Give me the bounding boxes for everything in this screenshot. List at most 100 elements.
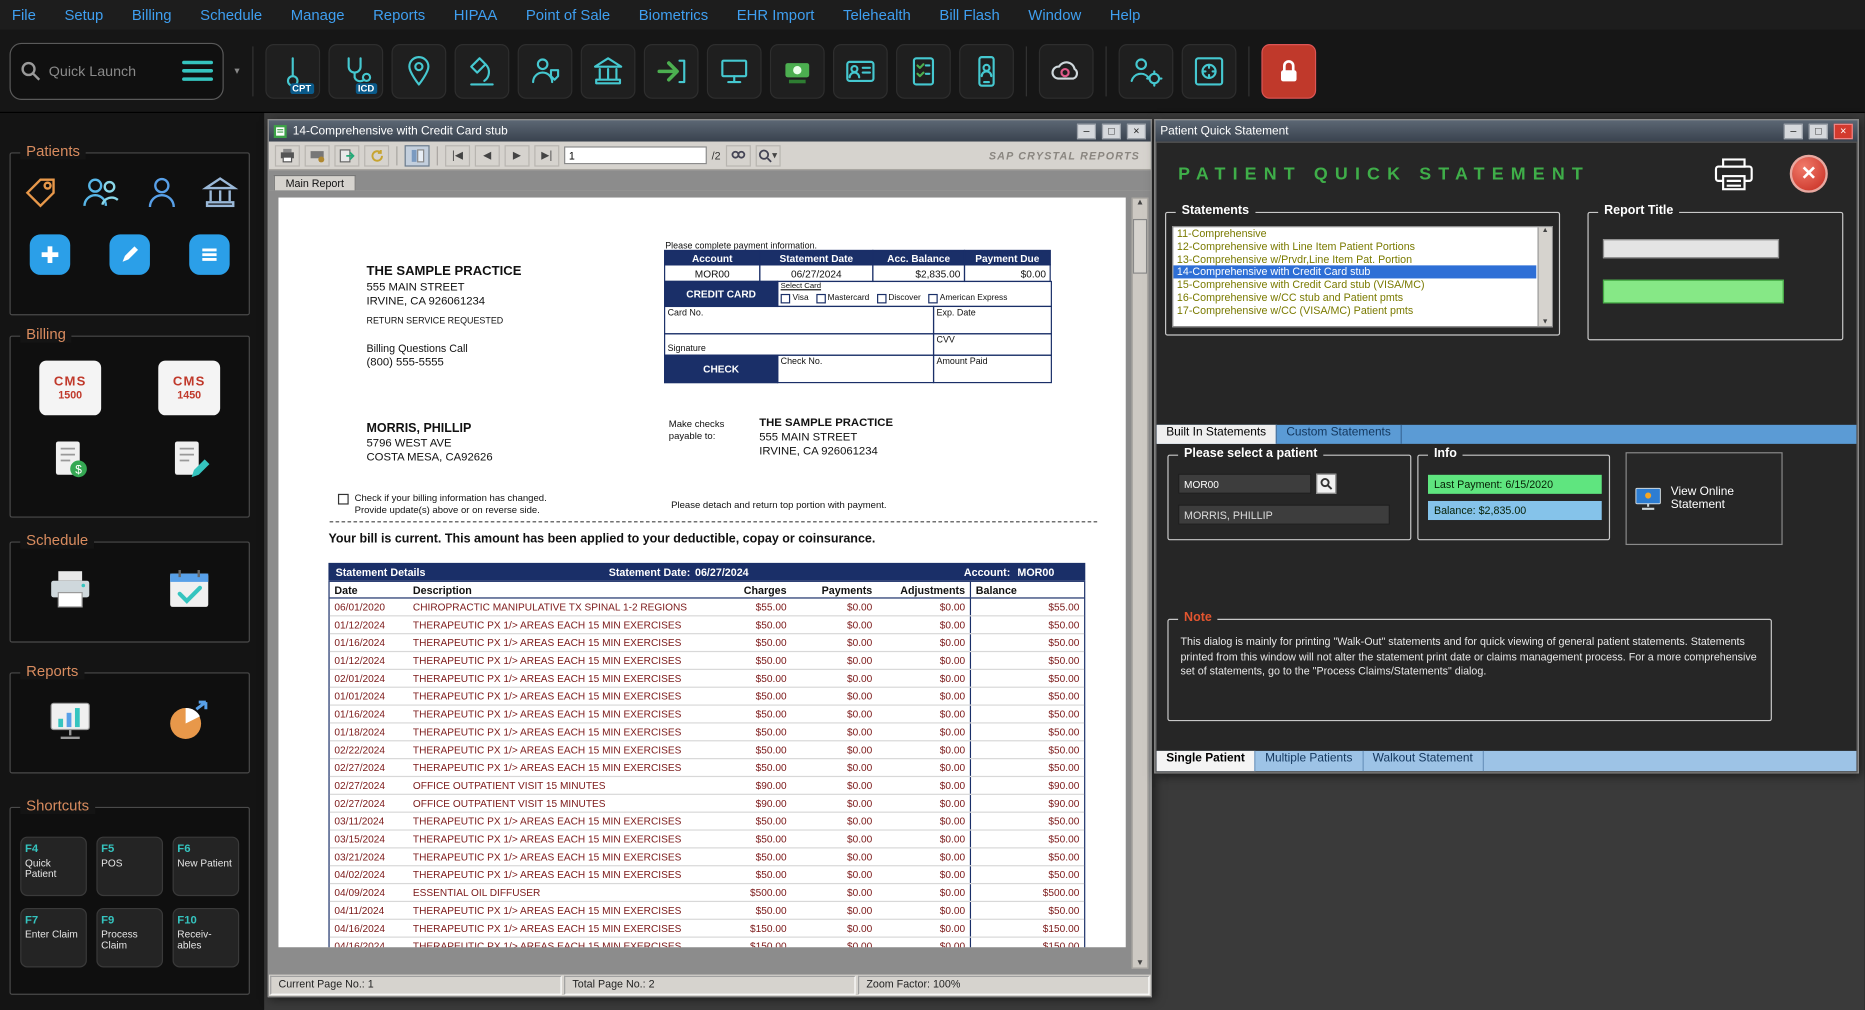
statement-money-icon[interactable]: $ (46, 437, 94, 485)
page-number-input[interactable] (564, 146, 707, 164)
vault-button[interactable] (1181, 43, 1236, 98)
hamburger-menu-icon[interactable] (182, 57, 213, 86)
statement-mode-tab[interactable]: Multiple Patients (1256, 751, 1364, 771)
statement-edit-icon[interactable] (165, 437, 213, 485)
statement-mode-tab[interactable]: Walkout Statement (1363, 751, 1483, 771)
close-button[interactable]: × (1834, 123, 1853, 138)
patient-search-button[interactable] (1316, 474, 1336, 494)
maximize-button[interactable]: □ (1809, 123, 1828, 138)
id-card-button[interactable] (832, 43, 887, 98)
user-settings-button[interactable] (1118, 43, 1173, 98)
statement-list-item[interactable]: 16-Comprehensive w/CC stub and Patient p… (1173, 292, 1536, 305)
mobile-patient-button[interactable] (959, 43, 1014, 98)
pqs-titlebar[interactable]: Patient Quick Statement – □ × (1155, 120, 1857, 141)
statement-list-item[interactable]: 11-Comprehensive (1173, 227, 1536, 240)
menu-item[interactable]: EHR Import (737, 7, 815, 24)
shortcut-button[interactable]: F7 Enter Claim (20, 908, 87, 968)
payments-button[interactable] (769, 43, 824, 98)
shortcut-button[interactable]: F4 Quick Patient (20, 837, 87, 897)
menu-item[interactable]: Manage (291, 7, 345, 24)
shortcut-button[interactable]: F10 Receiv- ables (173, 908, 240, 968)
bank-button[interactable] (580, 43, 635, 98)
menu-item[interactable]: Reports (373, 7, 425, 24)
lab-button[interactable] (454, 43, 509, 98)
zoom-button[interactable]: ▾ (755, 145, 780, 166)
add-patient-button[interactable] (30, 234, 70, 274)
patient-list-button[interactable] (189, 234, 229, 274)
view-online-statement-button[interactable]: View Online Statement (1626, 452, 1783, 545)
checklist-button[interactable] (896, 43, 951, 98)
practice-bank-icon[interactable] (199, 173, 239, 213)
scrollbar-thumb[interactable] (1133, 219, 1147, 274)
menu-item[interactable]: Bill Flash (939, 7, 999, 24)
monitor-button[interactable] (706, 43, 761, 98)
menu-item[interactable]: File (12, 7, 36, 24)
minimize-button[interactable]: – (1784, 123, 1803, 138)
statement-list-item[interactable]: 17-Comprehensive w/CC (VISA/MC) Patient … (1173, 304, 1536, 317)
menu-item[interactable]: Billing (132, 7, 172, 24)
next-page-button[interactable]: ▶ (505, 145, 530, 166)
report-title-highlight-field[interactable] (1603, 280, 1784, 304)
statement-list-item[interactable]: 12-Comprehensive with Line Item Patient … (1173, 240, 1536, 253)
statement-list-item[interactable]: 15-Comprehensive with Credit Card stub (… (1173, 279, 1536, 292)
first-page-button[interactable]: |◀ (445, 145, 470, 166)
location-button[interactable] (391, 43, 446, 98)
menu-item[interactable]: Window (1028, 7, 1081, 24)
pie-chart-icon[interactable] (163, 697, 215, 745)
report-monitor-icon[interactable] (44, 697, 96, 745)
previous-page-button[interactable]: ◀ (475, 145, 500, 166)
menu-item[interactable]: Help (1110, 7, 1141, 24)
minimize-button[interactable]: – (1077, 123, 1096, 138)
menu-item[interactable]: Setup (64, 7, 103, 24)
statement-source-tab[interactable]: Custom Statements (1277, 425, 1402, 444)
cms-claim-button[interactable]: CMS 1450 (158, 361, 220, 416)
print-schedule-icon[interactable] (44, 566, 96, 614)
refresh-button[interactable] (364, 145, 389, 166)
quick-launch-input[interactable] (49, 62, 175, 79)
statement-source-tab[interactable]: Built In Statements (1157, 425, 1277, 444)
patient-icon[interactable] (141, 173, 181, 213)
menu-item[interactable]: Point of Sale (526, 7, 610, 24)
statement-mode-tab[interactable]: Single Patient (1157, 751, 1256, 771)
calendar-check-icon[interactable] (163, 566, 215, 614)
print-setup-button[interactable] (305, 145, 330, 166)
export-button[interactable] (643, 43, 698, 98)
icd-codes-button[interactable]: ICD (328, 43, 383, 98)
price-tag-icon[interactable] (20, 173, 60, 213)
list-scrollbar[interactable]: ▲▼ (1537, 227, 1551, 326)
maximize-button[interactable]: □ (1102, 123, 1121, 138)
statements-list[interactable]: 11-Comprehensive12-Comprehensive with Li… (1172, 226, 1553, 327)
lock-button[interactable] (1261, 43, 1316, 98)
statement-list-item[interactable]: 14-Comprehensive with Credit Card stub (1173, 266, 1536, 279)
quick-launch-box[interactable] (10, 42, 224, 99)
main-report-tab[interactable]: Main Report (274, 175, 356, 190)
statement-list-item[interactable]: 13-Comprehensive w/Prvdr,Line Item Pat. … (1173, 253, 1536, 266)
export-report-button[interactable] (334, 145, 359, 166)
print-statement-button[interactable] (1711, 157, 1756, 193)
cloud-services-button[interactable] (1038, 43, 1093, 98)
report-window-titlebar[interactable]: 14-Comprehensive with Credit Card stub –… (269, 120, 1151, 141)
report-title-input[interactable] (1603, 239, 1779, 258)
group-tree-toggle-button[interactable] (405, 145, 430, 166)
close-button[interactable]: × (1127, 123, 1146, 138)
last-page-button[interactable]: ▶| (534, 145, 559, 166)
menu-item[interactable]: HIPAA (454, 7, 498, 24)
patients-icon[interactable] (78, 173, 123, 213)
find-button[interactable] (725, 145, 750, 166)
edit-patient-button[interactable] (109, 234, 149, 274)
close-dialog-button[interactable]: ✕ (1790, 155, 1828, 193)
patient-security-button[interactable] (517, 43, 572, 98)
cpt-codes-button[interactable]: CPT (265, 43, 320, 98)
patient-code-input[interactable] (1178, 474, 1311, 494)
shortcut-button[interactable]: F9 Process Claim (96, 908, 163, 968)
menu-item[interactable]: Biometrics (639, 7, 708, 24)
chevron-down-icon[interactable]: ▾ (234, 64, 239, 77)
vertical-scrollbar[interactable]: ▲▼ (1132, 198, 1149, 969)
menu-item[interactable]: Schedule (200, 7, 262, 24)
menu-item[interactable]: Telehealth (843, 7, 911, 24)
cms-claim-button[interactable]: CMS 1500 (39, 361, 101, 416)
report-viewer: THE SAMPLE PRACTICE 555 MAIN STREET IRVI… (269, 190, 1151, 974)
shortcut-button[interactable]: F6 New Patient (173, 837, 240, 897)
shortcut-button[interactable]: F5 POS (96, 837, 163, 897)
print-button[interactable] (275, 145, 300, 166)
